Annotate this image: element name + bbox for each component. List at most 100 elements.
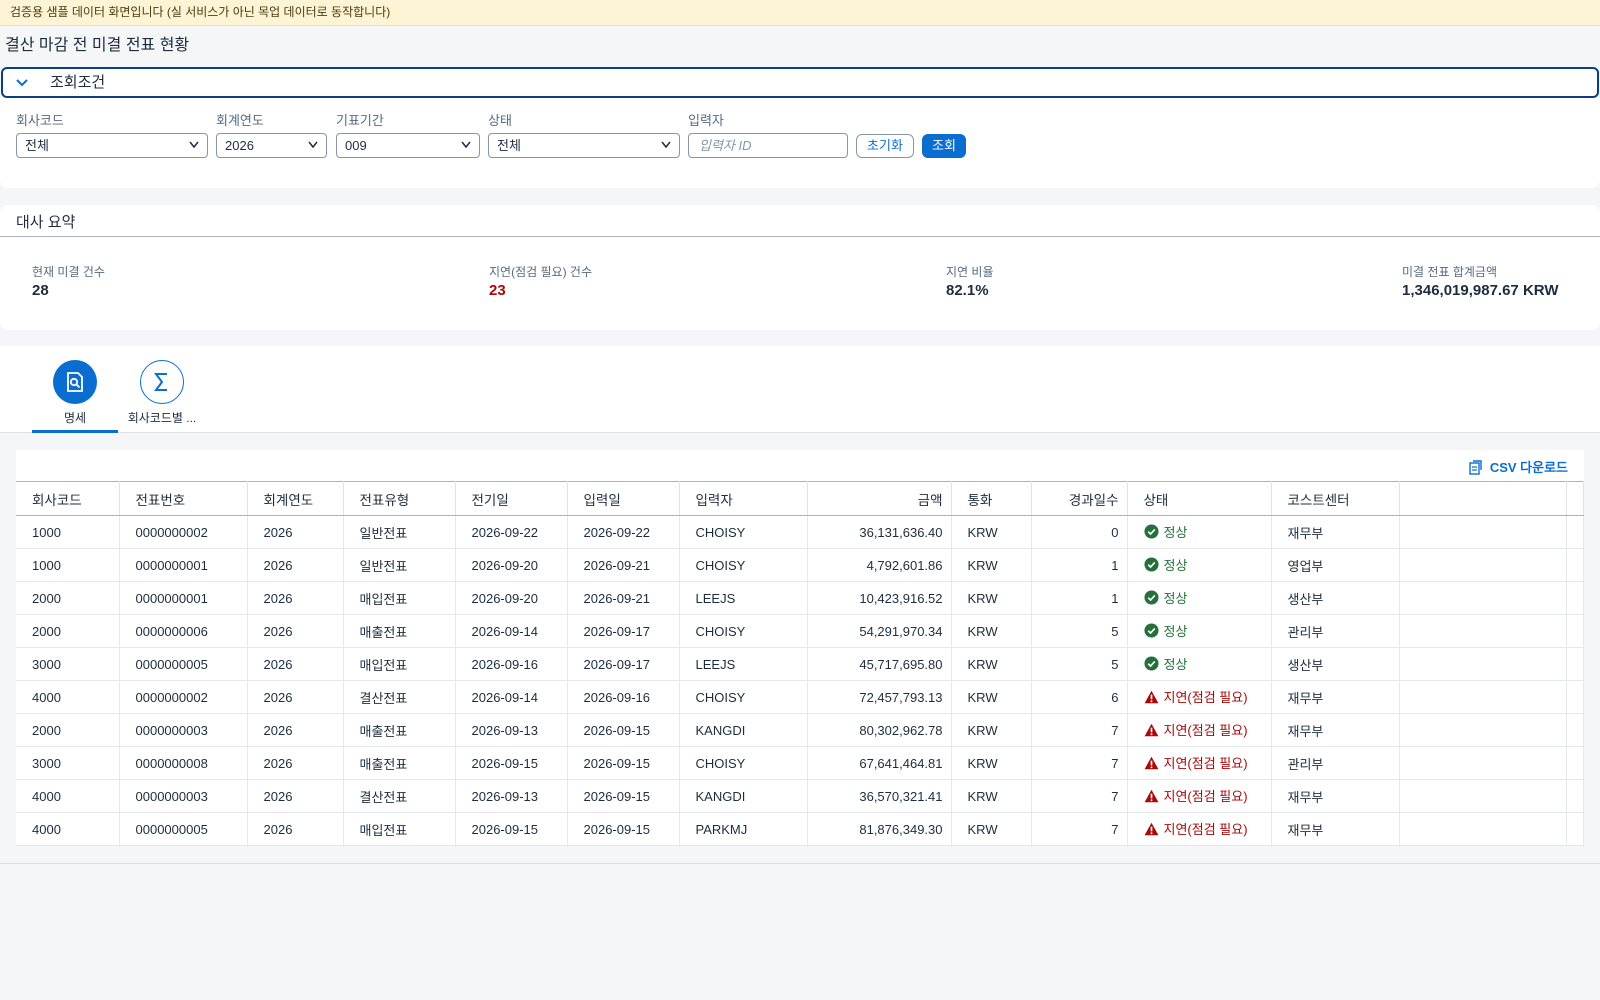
table-cell: 0000000001 bbox=[119, 548, 248, 582]
table-cell: 관리부 bbox=[1271, 614, 1400, 648]
warning-triangle-icon bbox=[1144, 723, 1158, 737]
divider bbox=[0, 236, 1600, 237]
fiscal-year-label: 회계연도 bbox=[216, 113, 264, 128]
column-header[interactable]: 코스트센터 bbox=[1271, 481, 1400, 516]
check-circle-icon bbox=[1143, 557, 1159, 572]
status-text: 지연(점검 필요) bbox=[1163, 690, 1248, 706]
table-row[interactable]: 1000 0000000002 2026 일반전표 2026-09-22 2026-09-… bbox=[16, 515, 1584, 549]
table-cell: 81,876,349.30 bbox=[807, 812, 952, 846]
table-row[interactable]: 2000 0000000006 2026 매출전표 2026-09-14 2026-09-… bbox=[16, 614, 1584, 648]
table-row[interactable]: 4000 0000000002 2026 결산전표 2026-09-14 2026-09-… bbox=[16, 680, 1584, 714]
column-header[interactable]: 회계연도 bbox=[247, 481, 344, 516]
filter-bar: 회사코드 전체 회계연도 2026 기표기간 009 상태 전체 입력자 입력자… bbox=[0, 98, 1600, 188]
table-cell: 0 bbox=[1031, 515, 1128, 549]
status-cell: 지연(점검 필요) bbox=[1127, 779, 1272, 813]
table-cell: 2026 bbox=[247, 779, 344, 813]
table-cell: 3000 bbox=[16, 647, 120, 681]
warning-triangle-icon bbox=[1144, 690, 1158, 704]
creator-input[interactable]: 입력자 ID bbox=[688, 133, 848, 158]
table-cell: 4000 bbox=[16, 680, 120, 714]
status-badge: 지연(점검 필요) bbox=[1144, 720, 1248, 739]
table-cell: 2026 bbox=[247, 581, 344, 615]
table-header-row: 회사코드 전표번호 회계연도 전표유형 전기일 입력일 입력자 금액 통화 경과… bbox=[16, 481, 1584, 516]
table-row[interactable]: 2000 0000000003 2026 매출전표 2026-09-13 2026-09-… bbox=[16, 713, 1584, 747]
posting-period-value: 009 bbox=[345, 138, 367, 153]
status-select[interactable]: 전체 bbox=[488, 133, 680, 158]
check-circle-icon bbox=[1143, 590, 1159, 605]
table-cell: 0000000002 bbox=[119, 680, 248, 714]
table-cell: KANGDI bbox=[679, 779, 808, 813]
column-header[interactable]: 전기일 bbox=[455, 481, 568, 516]
status-badge: 정상 bbox=[1143, 654, 1188, 673]
warning-triangle-icon bbox=[1144, 822, 1158, 836]
column-header[interactable]: 입력일 bbox=[567, 481, 680, 516]
column-header[interactable]: 경과일수 bbox=[1031, 481, 1128, 516]
table-cell: 2026-09-17 bbox=[567, 647, 680, 681]
column-header[interactable]: 회사코드 bbox=[16, 481, 120, 516]
table-row[interactable]: 4000 0000000005 2026 매입전표 2026-09-15 2026-09-… bbox=[16, 812, 1584, 846]
reconciliation-summary: 대사 요약 현재 미결 건수 28 지연(점검 필요) 건수 23 지연 비율 … bbox=[0, 205, 1600, 330]
kpi-label: 현재 미결 건수 bbox=[32, 265, 105, 279]
divider bbox=[0, 863, 1600, 864]
table-cell: 재무부 bbox=[1271, 680, 1400, 714]
tab-by-company[interactable]: 회사코드별 ... bbox=[122, 360, 202, 426]
status-cell: 지연(점검 필요) bbox=[1127, 713, 1272, 747]
posting-period-label: 기표기간 bbox=[336, 113, 384, 128]
status-text: 정상 bbox=[1163, 657, 1188, 672]
reset-button[interactable]: 초기화 bbox=[856, 134, 914, 158]
table-cell-filler bbox=[1399, 614, 1567, 648]
tab-details[interactable]: 명세 bbox=[44, 360, 106, 426]
table-cell: 36,131,636.40 bbox=[807, 515, 952, 549]
table-cell: 2000 bbox=[16, 581, 120, 615]
column-header[interactable]: 통화 bbox=[951, 481, 1032, 516]
table-cell: 7 bbox=[1031, 779, 1128, 813]
table-row[interactable]: 2000 0000000001 2026 매입전표 2026-09-20 2026-09-… bbox=[16, 581, 1584, 615]
status-text: 정상 bbox=[1163, 624, 1188, 639]
table-cell-filler bbox=[1399, 680, 1567, 714]
table-cell: 2026 bbox=[247, 647, 344, 681]
company-code-select[interactable]: 전체 bbox=[16, 133, 208, 158]
icon-tab-bar: 명세 회사코드별 ... bbox=[0, 346, 1600, 433]
table-cell-filler bbox=[1399, 647, 1567, 681]
status-cell: 지연(점검 필요) bbox=[1127, 812, 1272, 846]
fiscal-year-value: 2026 bbox=[225, 138, 254, 153]
column-header[interactable]: 전표번호 bbox=[119, 481, 248, 516]
posting-period-select[interactable]: 009 bbox=[336, 133, 480, 158]
table-cell: 4000 bbox=[16, 779, 120, 813]
open-documents-table-card: CSV 다운로드 회사코드 전표번호 회계연도 전표유형 전기일 입력일 입력자… bbox=[16, 450, 1584, 846]
column-header[interactable]: 입력자 bbox=[679, 481, 808, 516]
column-header[interactable]: 상태 bbox=[1127, 481, 1272, 516]
table-cell: 매출전표 bbox=[343, 746, 456, 780]
table-cell: KRW bbox=[951, 614, 1032, 648]
column-header[interactable]: 전표유형 bbox=[343, 481, 456, 516]
table-cell: 1000 bbox=[16, 548, 120, 582]
column-header[interactable]: 금액 bbox=[807, 481, 952, 516]
csv-download-button[interactable]: CSV 다운로드 bbox=[1468, 457, 1568, 476]
table-cell: 재무부 bbox=[1271, 713, 1400, 747]
table-row[interactable]: 3000 0000000005 2026 매입전표 2026-09-16 2026-09-… bbox=[16, 647, 1584, 681]
table-cell: 2026-09-13 bbox=[455, 779, 568, 813]
table-cell: 재무부 bbox=[1271, 515, 1400, 549]
table-cell: 결산전표 bbox=[343, 779, 456, 813]
table-row[interactable]: 4000 0000000003 2026 결산전표 2026-09-13 2026-09-… bbox=[16, 779, 1584, 813]
table-cell: 7 bbox=[1031, 746, 1128, 780]
table-cell: 2026-09-17 bbox=[567, 614, 680, 648]
company-code-label: 회사코드 bbox=[16, 113, 64, 128]
table-cell: 생산부 bbox=[1271, 581, 1400, 615]
table-row[interactable]: 3000 0000000008 2026 매출전표 2026-09-15 2026-09-… bbox=[16, 746, 1584, 780]
table-row[interactable]: 1000 0000000001 2026 일반전표 2026-09-20 2026-09-… bbox=[16, 548, 1584, 582]
chevron-down-icon bbox=[461, 141, 471, 149]
table-cell: 2026-09-21 bbox=[567, 581, 680, 615]
fiscal-year-select[interactable]: 2026 bbox=[216, 133, 327, 158]
search-button[interactable]: 조회 bbox=[922, 134, 966, 158]
filter-panel-toggle[interactable]: 조회조건 bbox=[1, 67, 1599, 98]
kpi-value: 1,346,019,987.67 KRW bbox=[1402, 282, 1559, 299]
kpi-delayed-count: 지연(점검 필요) 건수 23 bbox=[489, 265, 592, 301]
table-cell: CHOISY bbox=[679, 515, 808, 549]
table-cell: 3000 bbox=[16, 746, 120, 780]
table-cell: 생산부 bbox=[1271, 647, 1400, 681]
sum-icon bbox=[140, 360, 184, 404]
status-badge: 지연(점검 필요) bbox=[1144, 753, 1248, 772]
status-badge: 정상 bbox=[1143, 522, 1187, 541]
table-cell: KRW bbox=[951, 746, 1032, 780]
